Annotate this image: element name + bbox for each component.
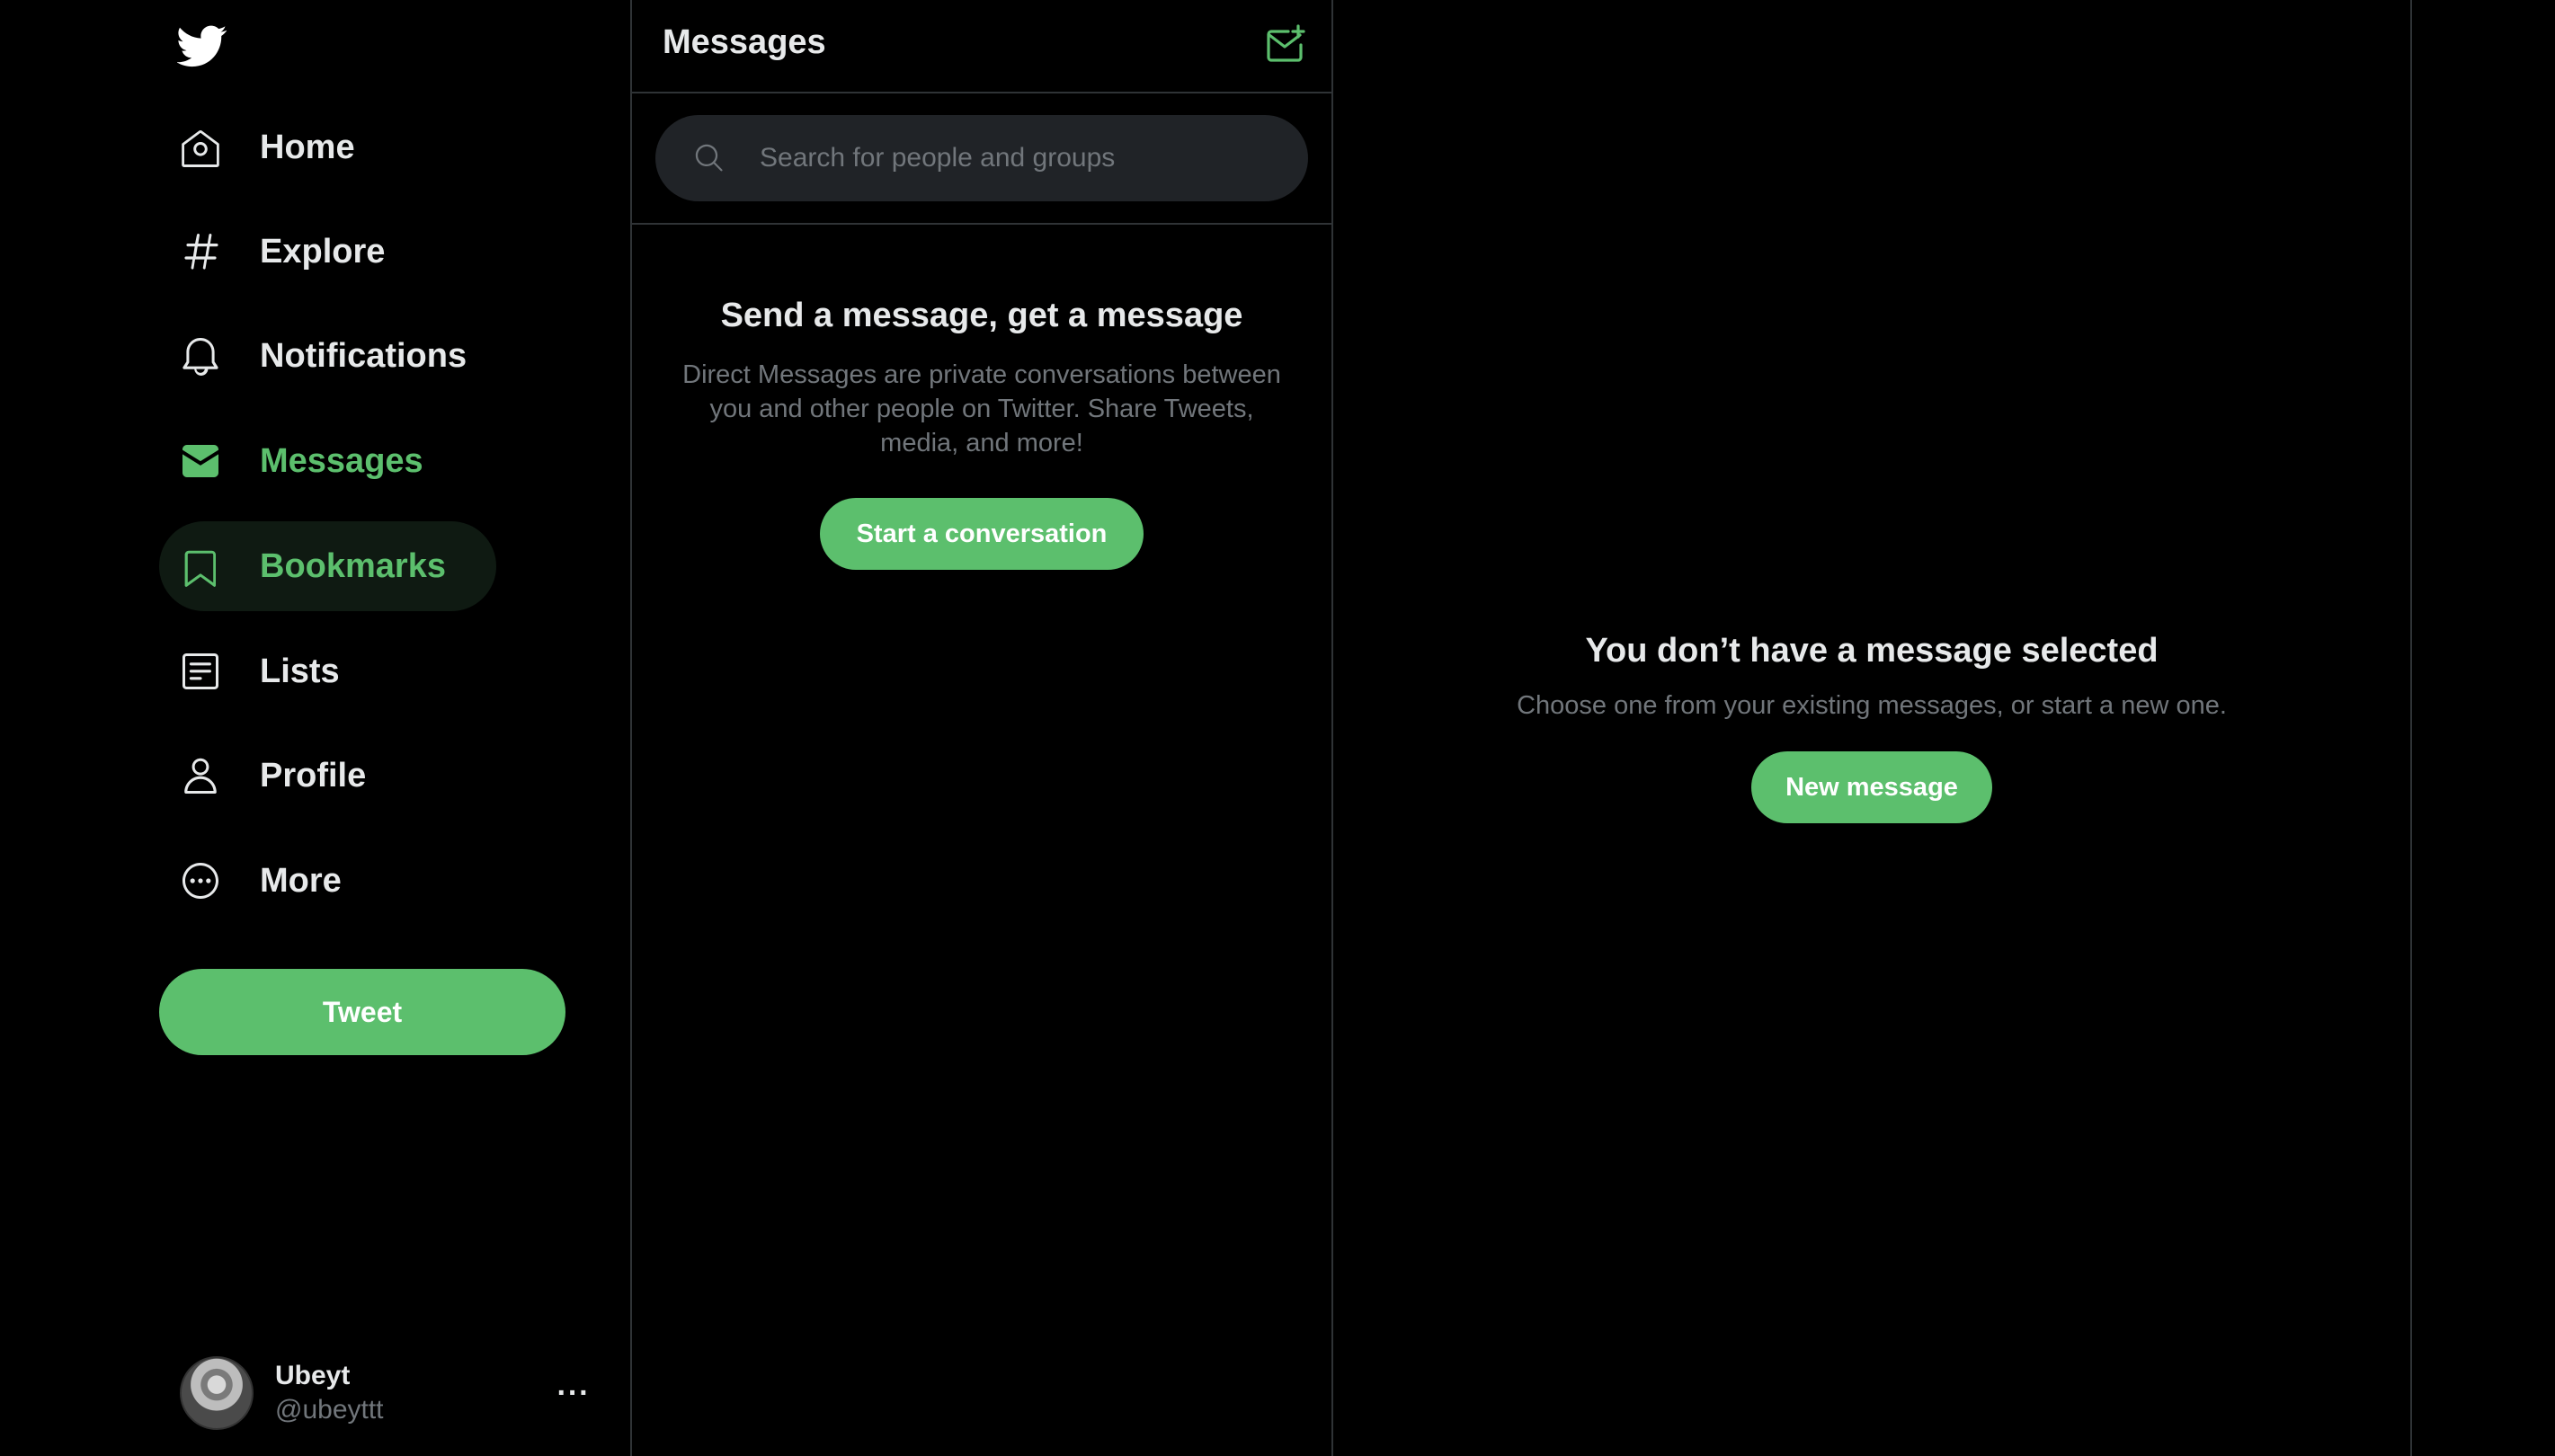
hashtag-icon bbox=[177, 228, 224, 275]
sidebar-item-bookmarks[interactable]: Bookmarks bbox=[159, 521, 496, 611]
sidebar-item-explore[interactable]: Explore bbox=[159, 207, 435, 297]
no-selection-title: You don’t have a message selected bbox=[1585, 632, 2159, 670]
search-input[interactable] bbox=[758, 142, 1308, 174]
sidebar-item-label: More bbox=[260, 861, 342, 900]
sidebar-item-label: Bookmarks bbox=[260, 546, 446, 585]
sidebar-item-profile[interactable]: Profile bbox=[159, 731, 416, 821]
messages-header: Messages bbox=[632, 0, 1331, 93]
ellipsis-icon[interactable]: ··· bbox=[554, 1373, 593, 1413]
empty-state: Send a message, get a message Direct Mes… bbox=[632, 293, 1331, 570]
new-message-envelope-icon[interactable] bbox=[1263, 23, 1306, 67]
twitter-logo-icon[interactable] bbox=[173, 16, 232, 75]
new-message-button[interactable]: New message bbox=[1751, 751, 1992, 823]
home-icon bbox=[177, 124, 224, 171]
account-switcher[interactable]: Ubeyt @ubeyttt ··· bbox=[180, 1355, 593, 1431]
envelope-icon bbox=[177, 438, 224, 484]
more-circle-icon bbox=[177, 857, 224, 904]
no-selection-state: You don’t have a message selected Choose… bbox=[1333, 627, 2410, 823]
sidebar-item-label: Lists bbox=[260, 652, 340, 690]
bookmark-icon bbox=[177, 543, 224, 590]
conversation-detail-column: You don’t have a message selected Choose… bbox=[1333, 0, 2412, 1456]
search-section bbox=[632, 93, 1331, 225]
sidebar-item-notifications[interactable]: Notifications bbox=[159, 311, 517, 401]
sidebar-item-label: Notifications bbox=[260, 336, 467, 375]
account-handle: @ubeyttt bbox=[275, 1395, 384, 1425]
sidebar-item-messages[interactable]: Messages bbox=[159, 416, 474, 506]
sidebar-item-label: Explore bbox=[260, 232, 386, 271]
empty-state-description: Direct Messages are private conversation… bbox=[682, 360, 1281, 457]
no-selection-description: Choose one from your existing messages, … bbox=[1517, 691, 2227, 720]
start-conversation-button[interactable]: Start a conversation bbox=[820, 498, 1144, 570]
list-icon bbox=[177, 648, 224, 695]
sidebar: Home Explore Notifications Messages Book… bbox=[0, 0, 632, 1456]
sidebar-item-label: Profile bbox=[260, 756, 367, 795]
avatar bbox=[180, 1356, 254, 1430]
sidebar-item-label: Home bbox=[260, 128, 355, 166]
search-box[interactable] bbox=[655, 115, 1308, 201]
sidebar-item-more[interactable]: More bbox=[159, 836, 392, 926]
account-name: Ubeyt bbox=[275, 1361, 351, 1390]
empty-state-title: Send a message, get a message bbox=[720, 297, 1243, 334]
account-info: Ubeyt @ubeyttt bbox=[275, 1359, 384, 1427]
sidebar-item-lists[interactable]: Lists bbox=[159, 626, 390, 716]
bell-icon bbox=[177, 333, 224, 379]
tweet-button[interactable]: Tweet bbox=[159, 969, 565, 1055]
sidebar-item-home[interactable]: Home bbox=[159, 102, 405, 192]
messages-column: Messages Send a message, get a message D… bbox=[632, 0, 1333, 1456]
search-icon bbox=[691, 140, 727, 176]
person-icon bbox=[177, 752, 224, 799]
sidebar-item-label: Messages bbox=[260, 441, 423, 480]
page-title: Messages bbox=[663, 23, 826, 61]
